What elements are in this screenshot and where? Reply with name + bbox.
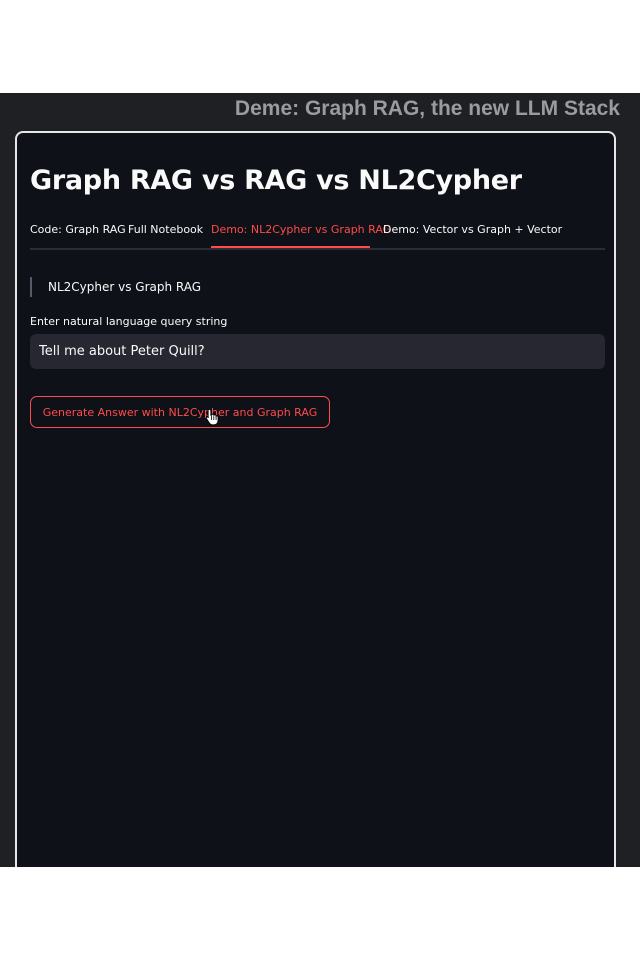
tab-demo-nl2cypher-vs-graph-rag[interactable]: Demo: NL2Cypher vs Graph RAG	[211, 223, 391, 236]
tab-code-graph-rag[interactable]: Code: Graph RAG	[30, 223, 126, 236]
tab-full-notebook[interactable]: Full Notebook	[128, 223, 203, 236]
screen-frame: Deme: Graph RAG, the new LLM Stack Graph…	[0, 93, 640, 867]
page-title: Graph RAG vs RAG vs NL2Cypher	[30, 165, 522, 196]
tab-demo-vector-vs-graph-vector[interactable]: Demo: Vector vs Graph + Vector	[383, 223, 562, 236]
app-window: Graph RAG vs RAG vs NL2Cypher Code: Grap…	[15, 131, 616, 867]
query-input[interactable]	[30, 334, 605, 369]
tab-bar: Code: Graph RAG Full Notebook Demo: NL2C…	[30, 215, 605, 250]
query-label: Enter natural language query string	[30, 315, 228, 328]
hand-pointer-icon	[205, 408, 219, 426]
video-caption: Deme: Graph RAG, the new LLM Stack	[234, 97, 620, 120]
generate-answer-button[interactable]: Generate Answer with NL2Cypher and Graph…	[30, 396, 330, 428]
section-heading: NL2Cypher vs Graph RAG	[30, 277, 201, 297]
active-tab-indicator	[211, 246, 370, 248]
